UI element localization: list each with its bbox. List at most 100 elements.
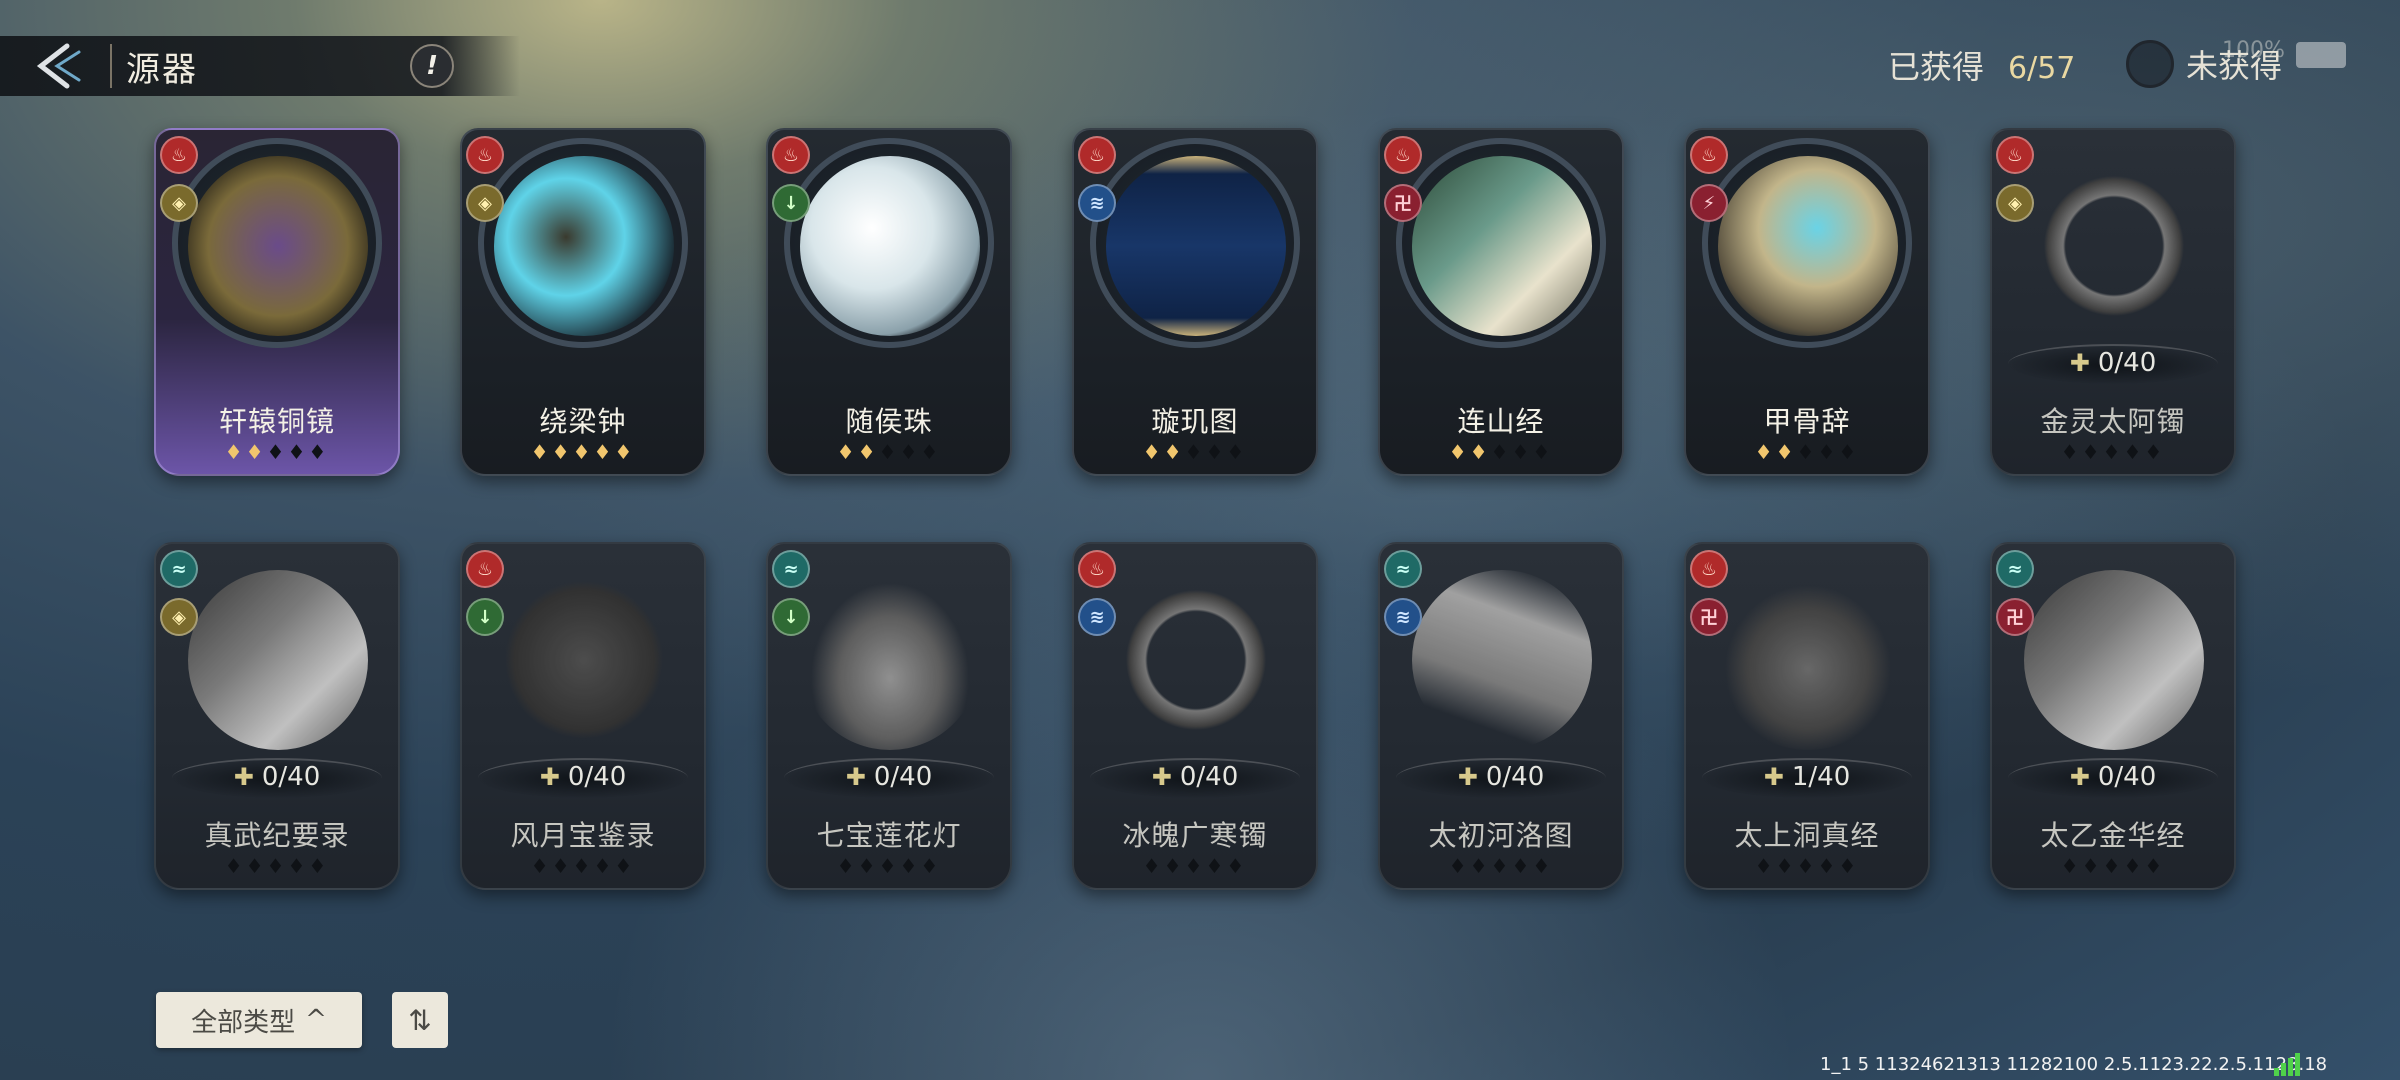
item-card[interactable]: ♨ ◈ ✚ 0/40 金灵太阿镯 ♦♦♦♦♦ [1984, 122, 2242, 482]
bronze-mirror-artwork [188, 156, 368, 336]
flame-star-empty-icon: ♦ [2123, 440, 2145, 464]
flame-star-empty-icon: ♦ [1817, 440, 1839, 464]
back-button[interactable] [0, 36, 110, 96]
flame-star-empty-icon: ♦ [1796, 440, 1818, 464]
fire-icon: ♨ [1996, 136, 2034, 174]
item-card[interactable]: ♨ 卍连山经 ♦♦♦♦♦ [1372, 122, 1630, 482]
item-card[interactable]: ♨ 卍 ✚ 1/40 太上洞真经 ♦♦♦♦♦ [1678, 536, 1936, 896]
fragment-progress: ✚ 0/40 [1066, 762, 1324, 792]
flame-star-empty-icon: ♦ [2081, 854, 2103, 878]
flame-star-empty-icon: ♦ [836, 854, 858, 878]
item-card[interactable]: ♨ ≋ 璇玑图 ♦♦♦♦♦ [1066, 122, 1324, 482]
progress-text: 0/40 [567, 762, 627, 792]
book-artwork [188, 570, 368, 750]
fragment-progress: ✚ 0/40 [454, 762, 712, 792]
puzzle-piece-icon: ✚ [1457, 763, 1478, 791]
gold-diamond-icon: ◈ [160, 598, 198, 636]
flame-star-empty-icon: ♦ [1205, 440, 1227, 464]
item-card[interactable]: ≈ ≋ ✚ 0/40 太初河洛图 ♦♦♦♦♦ [1372, 536, 1630, 896]
fragment-progress: ✚ 0/40 [1372, 762, 1630, 792]
item-name: 轩辕铜镜 [218, 405, 335, 438]
toggle-checkbox[interactable] [2126, 40, 2174, 88]
lotus-artwork [800, 570, 980, 750]
green-arrow-icon: ↓ [466, 598, 504, 636]
flame-star-empty-icon: ♦ [2060, 440, 2082, 464]
puzzle-piece-icon: ✚ [845, 763, 866, 791]
flame-star-filled-icon: ♦ [1775, 440, 1797, 464]
item-card[interactable]: ≈ ◈ ✚ 0/40 真武纪要录 ♦♦♦♦♦ [148, 536, 406, 896]
flame-star-filled-icon: ♦ [1469, 440, 1491, 464]
item-name: 随侯珠 [845, 405, 933, 438]
puzzle-piece-icon: ✚ [539, 763, 560, 791]
flame-star-empty-icon: ♦ [1469, 854, 1491, 878]
flame-star-filled-icon: ♦ [1448, 440, 1470, 464]
flame-star-empty-icon: ♦ [878, 854, 900, 878]
sort-button[interactable]: ⇅ [392, 992, 448, 1048]
flame-star-empty-icon: ♦ [551, 854, 573, 878]
item-grid: ♨ ◈ 轩辕铜镜 ♦♦♦♦♦ ♨ ◈ 绕梁钟 ♦♦♦♦♦ ♨ ↓ 随侯珠 ♦♦♦♦♦ ♨ ≋ 璇玑图 ♦♦♦♦… [148, 122, 2268, 922]
puzzle-piece-icon: ✚ [233, 763, 254, 791]
star-rating: ♦♦♦♦♦ [1066, 854, 1324, 878]
item-card[interactable]: ♨ ◈ 轩辕铜镜 ♦♦♦♦♦ [148, 122, 406, 482]
flame-star-empty-icon: ♦ [308, 854, 330, 878]
item-card[interactable]: ♨ ≋ ✚ 0/40 冰魄广寒镯 ♦♦♦♦♦ [1066, 536, 1324, 896]
flame-star-filled-icon: ♦ [572, 440, 594, 464]
flame-star-empty-icon: ♦ [1532, 854, 1554, 878]
fire-icon: ♨ [466, 136, 504, 174]
item-card[interactable]: ♨ ◈ 绕梁钟 ♦♦♦♦♦ [454, 122, 712, 482]
item-name: 太初河洛图 [1428, 819, 1574, 852]
progress-text: 0/40 [261, 762, 321, 792]
fragment-progress: ✚ 0/40 [1984, 348, 2242, 378]
fire-icon: ♨ [160, 136, 198, 174]
item-name: 冰魄广寒镯 [1122, 819, 1268, 852]
fire-icon: ♨ [1078, 550, 1116, 588]
flame-star-empty-icon: ♦ [899, 854, 921, 878]
signal-icon [2274, 1052, 2304, 1076]
item-name: 连山经 [1457, 405, 1545, 438]
flame-star-filled-icon: ♦ [1754, 440, 1776, 464]
item-card[interactable]: ♨ ⚡ 甲骨辞 ♦♦♦♦♦ [1678, 122, 1936, 482]
header-divider [110, 44, 112, 88]
fragment-progress: ✚ 1/40 [1678, 762, 1936, 792]
red-swirl-icon: 卍 [1996, 598, 2034, 636]
flame-star-empty-icon: ♦ [1205, 854, 1227, 878]
flame-star-empty-icon: ♦ [245, 854, 267, 878]
pearl-artwork [800, 156, 980, 336]
blue-wave-icon: ≋ [1078, 184, 1116, 222]
flame-star-empty-icon: ♦ [308, 440, 330, 464]
flame-star-filled-icon: ♦ [1142, 440, 1164, 464]
green-arrow-icon: ↓ [772, 598, 810, 636]
flame-star-empty-icon: ♦ [1163, 854, 1185, 878]
flame-star-empty-icon: ♦ [1226, 854, 1248, 878]
blue-wave-icon: ≋ [1384, 598, 1422, 636]
flame-star-filled-icon: ♦ [551, 440, 573, 464]
star-scroll-artwork [1106, 156, 1286, 336]
bracelet-artwork [2024, 156, 2204, 336]
type-filter-dropdown[interactable]: 全部类型 ^ [156, 992, 362, 1048]
progress-text: 0/40 [1179, 762, 1239, 792]
item-name: 太上洞真经 [1734, 819, 1880, 852]
star-rating: ♦♦♦♦♦ [1372, 440, 1630, 464]
star-rating: ♦♦♦♦♦ [1984, 854, 2242, 878]
item-name: 金灵太阿镯 [2040, 405, 2186, 438]
star-rating: ♦♦♦♦♦ [1066, 440, 1324, 464]
info-button[interactable]: ! [410, 44, 454, 88]
flame-star-empty-icon: ♦ [266, 854, 288, 878]
flame-star-empty-icon: ♦ [266, 440, 288, 464]
version-string: 1_1 5 11324621313 11282100 2.5.1123.22.2… [1820, 1054, 2328, 1075]
flame-star-empty-icon: ♦ [2144, 854, 2166, 878]
progress-text: 0/40 [1485, 762, 1545, 792]
oracle-bone-artwork [1718, 156, 1898, 336]
item-name: 甲骨辞 [1763, 405, 1851, 438]
item-card[interactable]: ≈ ↓ ✚ 0/40 七宝莲花灯 ♦♦♦♦♦ [760, 536, 1018, 896]
flame-star-empty-icon: ♦ [1490, 854, 1512, 878]
star-rating: ♦♦♦♦♦ [1678, 854, 1936, 878]
flame-star-empty-icon: ♦ [1511, 854, 1533, 878]
page-title: 源器 [126, 49, 198, 90]
item-name: 风月宝鉴录 [510, 819, 656, 852]
flame-star-empty-icon: ♦ [572, 854, 594, 878]
fire-icon: ♨ [1384, 136, 1422, 174]
item-card[interactable]: ♨ ↓ ✚ 0/40 风月宝鉴录 ♦♦♦♦♦ [454, 536, 712, 896]
item-card[interactable]: ♨ ↓ 随侯珠 ♦♦♦♦♦ [760, 122, 1018, 482]
item-card[interactable]: ≈ 卍 ✚ 0/40 太乙金华经 ♦♦♦♦♦ [1984, 536, 2242, 896]
